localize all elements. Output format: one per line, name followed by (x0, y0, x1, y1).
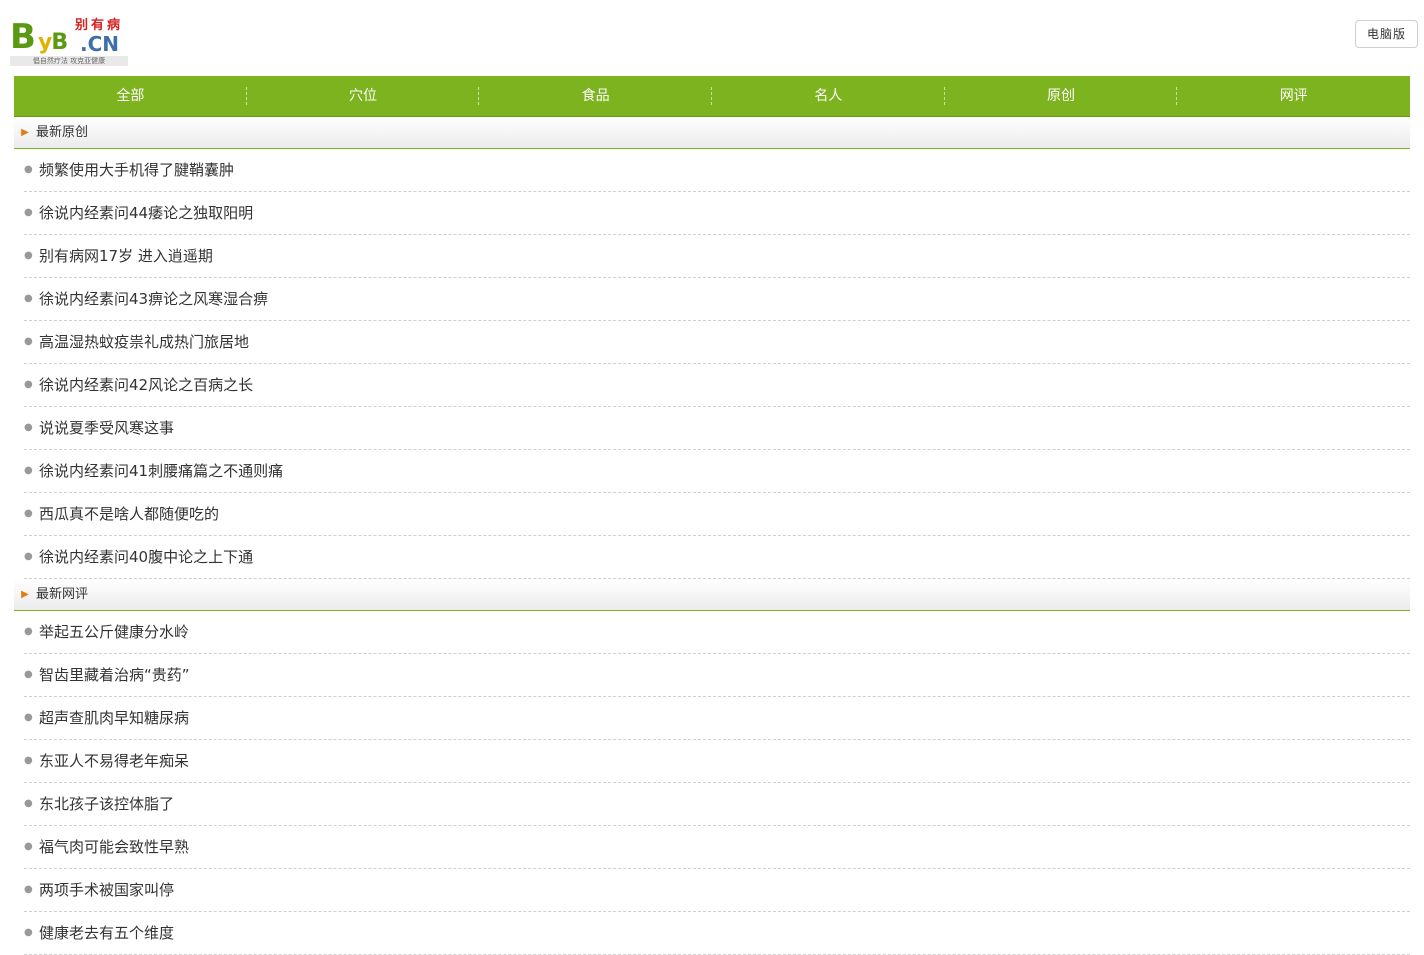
bullet-icon: ● (24, 884, 33, 895)
article-link[interactable]: 东亚人不易得老年痴呆 (39, 740, 189, 782)
logo-domain-cn: .CN (80, 32, 120, 56)
article-link[interactable]: 举起五公斤健康分水岭 (39, 611, 189, 653)
list-item[interactable]: ● 徐说内经素问43痹论之风寒湿合痹 (24, 278, 1410, 321)
bullet-icon: ● (24, 250, 33, 261)
article-link[interactable]: 徐说内经素问42风论之百病之长 (39, 364, 253, 406)
article-link[interactable]: 智齿里藏着治病“贵药” (39, 654, 190, 696)
article-link[interactable]: 超声查肌肉早知糖尿病 (39, 697, 189, 739)
bullet-icon: ● (24, 551, 33, 562)
nav-item-acupoint[interactable]: 穴位 (247, 76, 480, 116)
arrow-right-icon: ▶ (21, 589, 29, 600)
article-link[interactable]: 别有病网17岁 进入逍遥期 (39, 235, 213, 277)
nav-item-reviews[interactable]: 网评 (1177, 76, 1410, 116)
bullet-icon: ● (24, 207, 33, 218)
site-logo[interactable]: B yB .CN 别有病 倡自然疗法 攻克亚健康 (10, 18, 130, 66)
list-item[interactable]: ● 健康老去有五个维度 (24, 912, 1410, 955)
list-item[interactable]: ● 举起五公斤健康分水岭 (24, 611, 1410, 654)
bullet-icon: ● (24, 841, 33, 852)
list-item[interactable]: ● 东亚人不易得老年痴呆 (24, 740, 1410, 783)
list-item[interactable]: ● 别有病网17岁 进入逍遥期 (24, 235, 1410, 278)
article-list-original: ● 频繁使用大手机得了腱鞘囊肿 ● 徐说内经素问44痿论之独取阳明 ● 别有病网17岁… (24, 149, 1410, 579)
list-item[interactable]: ● 徐说内经素问44痿论之独取阳明 (24, 192, 1410, 235)
bullet-icon: ● (24, 669, 33, 680)
list-item[interactable]: ● 徐说内经素问41刺腰痛篇之不通则痛 (24, 450, 1410, 493)
section-header-latest-reviews: ▶ 最新网评 (14, 579, 1410, 611)
nav-item-food[interactable]: 食品 (479, 76, 712, 116)
list-item[interactable]: ● 两项手术被国家叫停 (24, 869, 1410, 912)
logo-chinese-name: 别有病 (74, 18, 123, 33)
list-item[interactable]: ● 徐说内经素问42风论之百病之长 (24, 364, 1410, 407)
article-link[interactable]: 徐说内经素问41刺腰痛篇之不通则痛 (39, 450, 283, 492)
list-item[interactable]: ● 频繁使用大手机得了腱鞘囊肿 (24, 149, 1410, 192)
article-link[interactable]: 健康老去有五个维度 (39, 912, 174, 954)
bullet-icon: ● (24, 626, 33, 637)
list-item[interactable]: ● 智齿里藏着治病“贵药” (24, 654, 1410, 697)
list-item[interactable]: ● 东北孩子该控体脂了 (24, 783, 1410, 826)
list-item[interactable]: ● 说说夏季受风寒这事 (24, 407, 1410, 450)
logo-letter-b: B (10, 17, 36, 57)
article-link[interactable]: 频繁使用大手机得了腱鞘囊肿 (39, 149, 234, 191)
article-link[interactable]: 徐说内经素问43痹论之风寒湿合痹 (39, 278, 268, 320)
bullet-icon: ● (24, 336, 33, 347)
list-item[interactable]: ● 西瓜真不是啥人都随便吃的 (24, 493, 1410, 536)
list-item[interactable]: ● 超声查肌肉早知糖尿病 (24, 697, 1410, 740)
header: B yB .CN 别有病 倡自然疗法 攻克亚健康 电脑版 (0, 0, 1424, 76)
article-list-reviews: ● 举起五公斤健康分水岭 ● 智齿里藏着治病“贵药” ● 超声查肌肉早知糖尿病 ● 东亚… (24, 611, 1410, 955)
bullet-icon: ● (24, 465, 33, 476)
bullet-icon: ● (24, 712, 33, 723)
article-link[interactable]: 两项手术被国家叫停 (39, 869, 174, 911)
logo-slogan: 倡自然疗法 攻克亚健康 (10, 56, 128, 66)
bullet-icon: ● (24, 755, 33, 766)
arrow-right-icon: ▶ (21, 127, 29, 138)
bullet-icon: ● (24, 164, 33, 175)
main-nav: 全部 穴位 食品 名人 原创 网评 (14, 76, 1410, 117)
logo-letters-yb: yB (38, 30, 68, 55)
bullet-icon: ● (24, 508, 33, 519)
list-item[interactable]: ● 福气肉可能会致性早熟 (24, 826, 1410, 869)
article-link[interactable]: 福气肉可能会致性早熟 (39, 826, 189, 868)
article-link[interactable]: 高温湿热蚊疫祟礼成热门旅居地 (39, 321, 249, 363)
bullet-icon: ● (24, 379, 33, 390)
bullet-icon: ● (24, 422, 33, 433)
nav-item-all[interactable]: 全部 (14, 76, 247, 116)
list-item[interactable]: ● 高温湿热蚊疫祟礼成热门旅居地 (24, 321, 1410, 364)
nav-item-original[interactable]: 原创 (945, 76, 1178, 116)
section-title: 最新原创 (36, 125, 89, 140)
list-item[interactable]: ● 徐说内经素问40腹中论之上下通 (24, 536, 1410, 579)
nav-item-celebrity[interactable]: 名人 (712, 76, 945, 116)
pc-version-button[interactable]: 电脑版 (1354, 20, 1418, 48)
article-link[interactable]: 东北孩子该控体脂了 (39, 783, 174, 825)
article-link[interactable]: 西瓜真不是啥人都随便吃的 (39, 493, 219, 535)
section-header-latest-original: ▶ 最新原创 (14, 117, 1410, 149)
article-link[interactable]: 说说夏季受风寒这事 (39, 407, 174, 449)
bullet-icon: ● (24, 798, 33, 809)
bullet-icon: ● (24, 927, 33, 938)
article-link[interactable]: 徐说内经素问40腹中论之上下通 (39, 536, 253, 578)
article-link[interactable]: 徐说内经素问44痿论之独取阳明 (39, 192, 253, 234)
section-title: 最新网评 (36, 587, 89, 602)
bullet-icon: ● (24, 293, 33, 304)
